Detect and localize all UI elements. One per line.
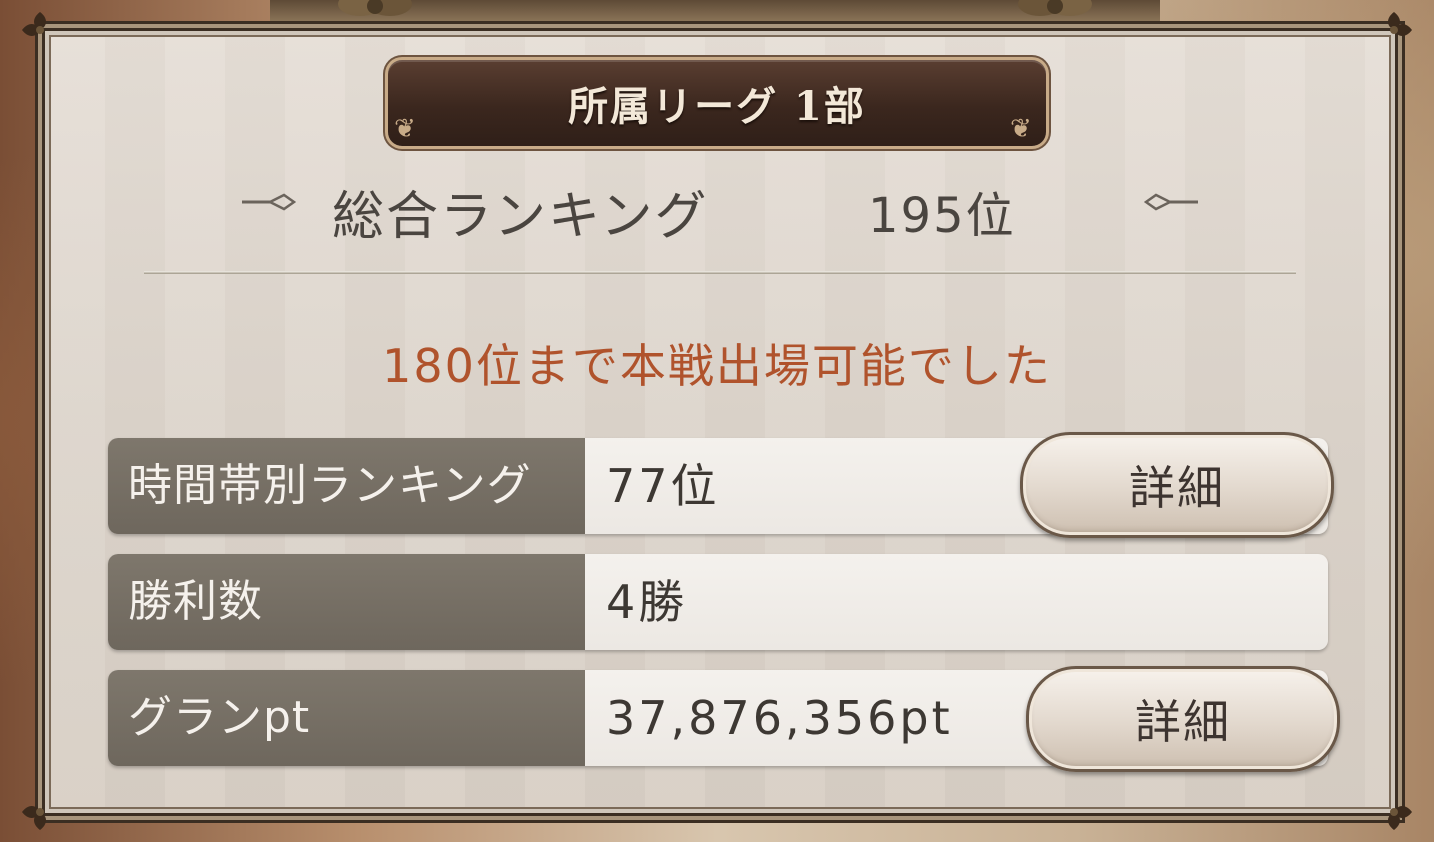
scroll-curl-icon: ❦ — [1010, 114, 1032, 144]
league-title: 所属リーグ 1部 — [568, 83, 866, 130]
league-title-plate: ❦ ❦ 所属リーグ 1部 — [388, 60, 1046, 146]
left-ornament-arrow-icon — [242, 193, 296, 211]
qualification-notice: 180位まで本戦出場可能でした — [382, 339, 1052, 393]
stat-row-wins: 勝利数 4勝 — [108, 554, 1328, 650]
top-ornament-bar — [270, 0, 1160, 24]
stat-label: 時間帯別ランキング — [108, 438, 585, 534]
overall-ranking-label: 総合ランキング — [332, 187, 709, 247]
stat-value: 4勝 — [606, 575, 688, 629]
stat-value: 37,876,356pt — [606, 691, 953, 745]
time-ranking-detail-button[interactable]: 詳細 — [1020, 432, 1334, 538]
corner-flourish-icon — [1388, 806, 1412, 830]
corner-flourish-icon — [22, 12, 46, 36]
corner-flourish-icon — [1388, 12, 1412, 36]
stat-value: 77位 — [606, 459, 720, 513]
overall-ranking-row: 総合ランキング 195位 — [240, 170, 1200, 247]
gran-pt-detail-button[interactable]: 詳細 — [1026, 666, 1340, 772]
right-ornament-arrow-icon — [1144, 193, 1198, 211]
flower-ornament-icon — [1018, 0, 1092, 16]
corner-flourish-icon — [22, 806, 46, 830]
stat-label: 勝利数 — [108, 554, 585, 650]
divider — [144, 271, 1296, 274]
overall-ranking-value: 195位 — [868, 188, 1016, 244]
scroll-curl-icon: ❦ — [394, 114, 416, 144]
stat-label: グランpt — [108, 670, 585, 766]
flower-ornament-icon — [338, 0, 412, 16]
